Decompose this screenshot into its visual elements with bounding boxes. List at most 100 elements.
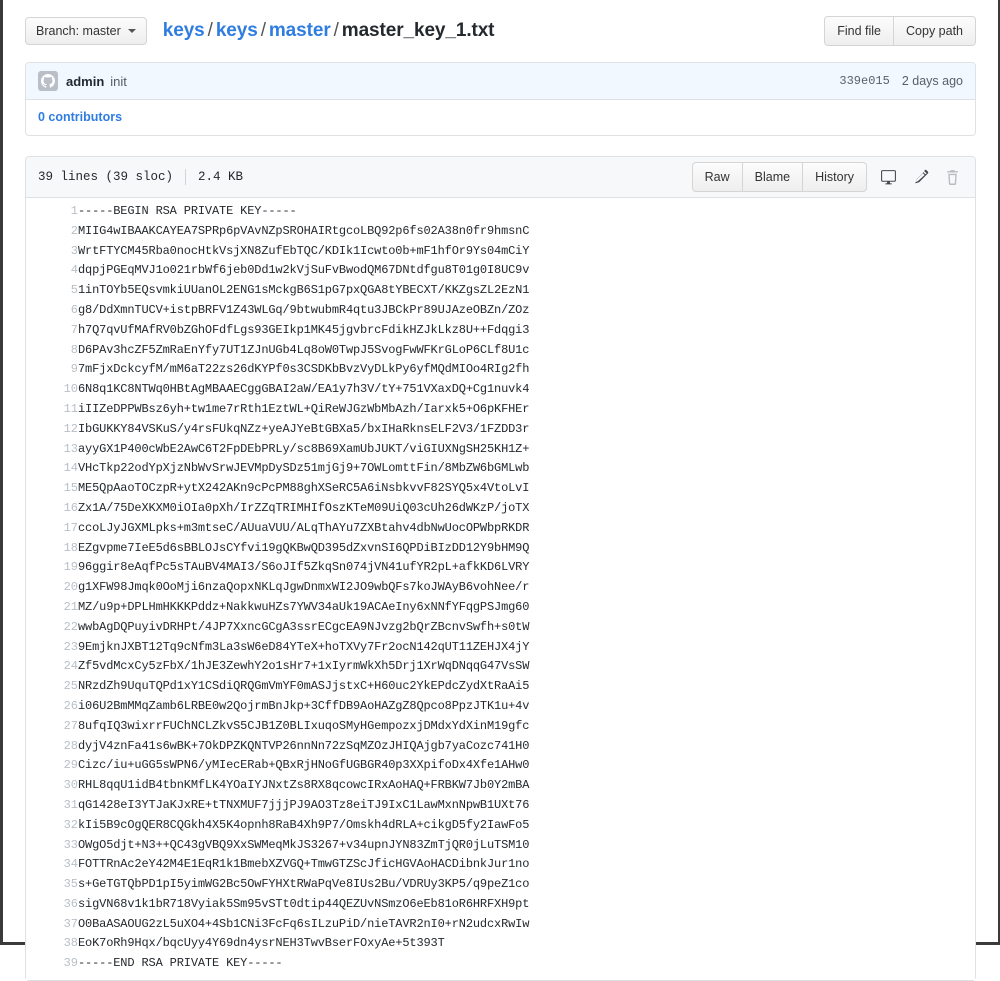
line-content[interactable]: D6PAv3hcZF5ZmRaEnYfy7UT1ZJnUGb4Lq8oW0Twp… (78, 341, 975, 361)
line-number[interactable]: 26 (26, 697, 78, 717)
line-number[interactable]: 10 (26, 380, 78, 400)
line-number[interactable]: 18 (26, 539, 78, 559)
line-content[interactable]: wwbAgDQPuyivDRHPt/4JP7XxncGCgA3ssrECgcEA… (78, 618, 975, 638)
branch-selector-button[interactable]: Branch: master (25, 17, 147, 45)
line-content[interactable]: 9EmjknJXBT12Tq9cNfm3La3sW6eD84YTeX+hoTXV… (78, 638, 975, 658)
line-content[interactable]: g1XFW98Jmqk0OoMji6nzaQopxNKLqJgwDnmxWI2J… (78, 578, 975, 598)
line-content[interactable]: ccoLJyJGXMLpks+m3mtseC/AUuaVUU/ALqThAYu7… (78, 519, 975, 539)
line-content[interactable]: ME5QpAaoTOCzpR+ytX242AKn9cPcPM88ghXSeRC5… (78, 479, 975, 499)
line-number[interactable]: 15 (26, 479, 78, 499)
line-number[interactable]: 31 (26, 796, 78, 816)
line-content[interactable]: RHL8qqU1idB4tbnKMfLK4YOaIYJNxtZs8RX8qcow… (78, 776, 975, 796)
line-number[interactable]: 11 (26, 400, 78, 420)
line-content[interactable]: 7mFjxDckcyfM/mM6aT22zs26dKYPf0s3CSDKbBvz… (78, 360, 975, 380)
line-number[interactable]: 9 (26, 360, 78, 380)
line-number[interactable]: 3 (26, 242, 78, 262)
breadcrumb-link-2[interactable]: master (269, 20, 331, 41)
line-content[interactable]: 96ggir8eAqfPc5sTAuBV4MAI3/S6oJIf5ZkqSn07… (78, 558, 975, 578)
page-content: Branch: master keys / keys / master / master_k… (3, 0, 998, 981)
line-content[interactable]: qG1428eI3YTJaKJxRE+tTNXMUF7jjjPJ9AO3Tz8e… (78, 796, 975, 816)
line-number[interactable]: 34 (26, 855, 78, 875)
history-button[interactable]: History (802, 163, 866, 191)
raw-button[interactable]: Raw (693, 163, 742, 191)
line-number[interactable]: 39 (26, 954, 78, 974)
line-content[interactable]: -----BEGIN RSA PRIVATE KEY----- (78, 202, 975, 222)
desktop-icon[interactable] (877, 166, 899, 188)
line-number[interactable]: 16 (26, 499, 78, 519)
line-number[interactable]: 13 (26, 440, 78, 460)
code-line: 3 WrtFTYCM45Rba0nocHtkVsjXN8ZufEbTQC/KDIk… (26, 242, 975, 262)
commit-message[interactable]: init (110, 74, 127, 89)
line-content[interactable]: O0BaASAOUG2zL5uXO4+4Sb1CNi3FcFq6sILzuPiD… (78, 915, 975, 935)
line-number[interactable]: 23 (26, 638, 78, 658)
breadcrumb-link-1[interactable]: keys (216, 20, 258, 41)
contributors-link[interactable]: 0 contributors (38, 110, 122, 124)
line-content[interactable]: OWgO5djt+N3++QC43gVBQ9XxSWMeqMkJS3267+v3… (78, 836, 975, 856)
line-content[interactable]: Cizc/iu+uGG5sWPN6/yMIecERab+QBxRjHNoGfUG… (78, 756, 975, 776)
latest-commit-box: admin init 339e015 2 days ago 0 contribu… (25, 62, 976, 136)
line-number[interactable]: 12 (26, 420, 78, 440)
line-content[interactable]: WrtFTYCM45Rba0nocHtkVsjXN8ZufEbTQC/KDIk1… (78, 242, 975, 262)
line-number[interactable]: 30 (26, 776, 78, 796)
line-number[interactable]: 4 (26, 261, 78, 281)
line-content[interactable]: EoK7oRh9Hqx/bqcUyy4Y69dn4ysrNEH3TwvBserF… (78, 934, 975, 954)
find-file-button[interactable]: Find file (825, 17, 893, 45)
line-number[interactable]: 14 (26, 459, 78, 479)
code-line: 20 g1XFW98Jmqk0OoMji6nzaQopxNKLqJgwDnmxWI… (26, 578, 975, 598)
line-content[interactable]: iIIZeDPPWBsz6yh+tw1me7rRth1EztWL+QiReWJG… (78, 400, 975, 420)
copy-path-button[interactable]: Copy path (893, 17, 975, 45)
line-number[interactable]: 27 (26, 717, 78, 737)
file-line-count: 39 lines (39 sloc) (38, 170, 174, 184)
line-number[interactable]: 28 (26, 737, 78, 757)
line-content[interactable]: sigVN68v1k1bR718Vyiak5Sm95vSTt0dtip44QEZ… (78, 895, 975, 915)
line-content[interactable]: MIIG4wIBAAKCAYEA7SPRp6pVAvNZpSROHAIRtgco… (78, 222, 975, 242)
line-number[interactable]: 17 (26, 519, 78, 539)
line-number[interactable]: 33 (26, 836, 78, 856)
line-number[interactable]: 36 (26, 895, 78, 915)
line-number[interactable]: 29 (26, 756, 78, 776)
line-content[interactable]: g8/DdXmnTUCV+istpBRFV1Z43WLGq/9btwubmR4q… (78, 301, 975, 321)
line-content[interactable]: EZgvpme7IeE5d6sBBLOJsCYfvi19gQKBwQD395dZ… (78, 539, 975, 559)
trash-icon[interactable] (941, 166, 963, 188)
line-number[interactable]: 5 (26, 281, 78, 301)
line-content[interactable]: h7Q7qvUfMAfRV0bZGhOFdfLgs93GEIkp1MK45jgv… (78, 321, 975, 341)
line-content[interactable]: 1inTOYb5EQsvmkiUUanOL2ENG1sMckgB6S1pG7px… (78, 281, 975, 301)
pencil-icon[interactable] (909, 166, 931, 188)
line-content[interactable]: dqpjPGEqMVJ1o021rbWf6jeb0Dd1w2kVjSuFvBwo… (78, 261, 975, 281)
line-content[interactable]: FOTTRnAc2eY42M4E1EqR1k1BmebXZVGQ+TmwGTZS… (78, 855, 975, 875)
line-number[interactable]: 7 (26, 321, 78, 341)
line-content[interactable]: ayyGX1P400cWbE2AwC6T2FpDEbPRLy/sc8B69Xam… (78, 440, 975, 460)
line-number[interactable]: 38 (26, 934, 78, 954)
commit-author[interactable]: admin (66, 74, 104, 89)
line-number[interactable]: 19 (26, 558, 78, 578)
line-content[interactable]: Zx1A/75DeXKXM0iOIa0pXh/IrZZqTRIMHIfOszKT… (78, 499, 975, 519)
line-content[interactable]: kIi5B9cOgQER8CQGkh4X5K4opnh8RaB4Xh9P7/Om… (78, 816, 975, 836)
blame-button[interactable]: Blame (741, 163, 802, 191)
line-number[interactable]: 37 (26, 915, 78, 935)
breadcrumb-separator-2: / (333, 20, 339, 41)
line-content[interactable]: IbGUKKY84VSKuS/y4rsFUkqNZz+yeAJYeBtGBXa5… (78, 420, 975, 440)
line-number[interactable]: 1 (26, 202, 78, 222)
line-number[interactable]: 35 (26, 875, 78, 895)
line-number[interactable]: 6 (26, 301, 78, 321)
line-number[interactable]: 21 (26, 598, 78, 618)
line-content[interactable]: NRzdZh9UquTQPd1xY1CSdiQRQGmVmYF0mASJjstx… (78, 677, 975, 697)
commit-sha[interactable]: 339e015 (839, 74, 889, 88)
line-content[interactable]: dyjV4znFa41s6wBK+7OkDPZKQNTVP26nnNn72zSq… (78, 737, 975, 757)
line-content[interactable]: 8ufqIQ3wixrrFUChNCLZkvS5CJB1Z0BLIxuqoSMy… (78, 717, 975, 737)
line-content[interactable]: -----END RSA PRIVATE KEY----- (78, 954, 975, 974)
line-content[interactable]: i06U2BmMMqZamb6LRBE0w2QojrmBnJkp+3CffDB9… (78, 697, 975, 717)
line-content[interactable]: MZ/u9p+DPLHmHKKKPddz+NakkwuHZs7YWV34aUk1… (78, 598, 975, 618)
line-number[interactable]: 24 (26, 657, 78, 677)
line-content[interactable]: VHcTkp22odYpXjzNbWvSrwJEVMpDySDz51mjGj9+… (78, 459, 975, 479)
line-number[interactable]: 8 (26, 341, 78, 361)
line-number[interactable]: 2 (26, 222, 78, 242)
line-number[interactable]: 20 (26, 578, 78, 598)
line-number[interactable]: 32 (26, 816, 78, 836)
line-number[interactable]: 22 (26, 618, 78, 638)
breadcrumb-link-0[interactable]: keys (163, 20, 205, 41)
line-content[interactable]: Zf5vdMcxCy5zFbX/1hJE3ZewhY2o1sHr7+1xIyrm… (78, 657, 975, 677)
line-number[interactable]: 25 (26, 677, 78, 697)
line-content[interactable]: s+GeTGTQbPD1pI5yimWG2Bc5OwFYHXtRWaPqVe8I… (78, 875, 975, 895)
line-content[interactable]: 6N8q1KC8NTWq0HBtAgMBAAECggGBAI2aW/EA1y7h… (78, 380, 975, 400)
